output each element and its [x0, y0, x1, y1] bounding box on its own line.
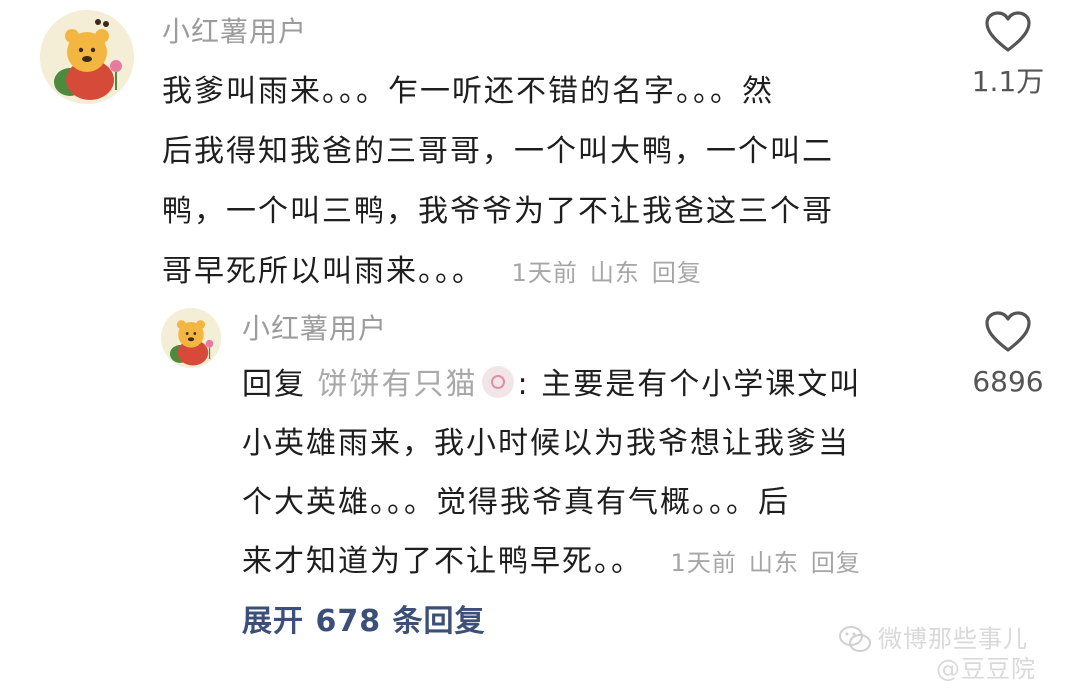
- heart-outline-icon: [985, 11, 1031, 52]
- comment-body: 我爹叫雨来。。。乍一听还不错的名字。。。然 后我得知我爸的三哥哥，一个叫大鸭，一…: [162, 62, 942, 303]
- comment-line-last: 来才知道为了不让鸭早死。。 1天前 山东 回复: [242, 532, 962, 593]
- expand-replies-link[interactable]: 展开 678 条回复: [242, 600, 486, 644]
- comment-line: 后我得知我爸的三哥哥，一个叫大鸭，一个叫二: [162, 134, 834, 169]
- reply-button[interactable]: 回复: [811, 549, 861, 577]
- reply-button[interactable]: 回复: [652, 259, 702, 287]
- like-count: 1.1万: [971, 65, 1045, 98]
- comment-username[interactable]: 小红薯用户: [242, 309, 387, 349]
- comment-location: 山东: [589, 259, 640, 287]
- heart-outline-icon: [985, 311, 1031, 352]
- comment-line: : 主要是有个小学课文叫: [517, 367, 862, 402]
- avatar[interactable]: [161, 308, 221, 368]
- comment-time: 1天前: [670, 549, 737, 577]
- watermark-text: 微博那些事儿: [878, 625, 1028, 653]
- comment-line: 来才知道为了不让鸭早死。。: [242, 544, 643, 579]
- comment-username[interactable]: 小红薯用户: [162, 12, 307, 52]
- comment-line: 鸭，一个叫三鸭，我爷爷为了不让我爸这三个哥: [162, 194, 834, 229]
- comment-location: 山东: [748, 549, 799, 577]
- comment-line-first: 回复 饼饼有只猫 : 主要是有个小学课文叫: [242, 355, 962, 414]
- pooh-bear-avatar-icon: [40, 10, 134, 104]
- pooh-bear-avatar-icon: [161, 308, 221, 368]
- user-badge-icon: [481, 366, 514, 398]
- wechat-icon: [838, 624, 872, 654]
- comment-line: 小英雄雨来，我小时候以为我爷想让我爹当: [242, 426, 850, 461]
- comment-line: 我爹叫雨来。。。乍一听还不错的名字。。。然: [162, 74, 774, 109]
- like-count: 6896: [972, 365, 1044, 398]
- like-button[interactable]: [984, 10, 1032, 54]
- comment-meta: 1天前 山东 回复: [512, 259, 714, 287]
- comment-body: 回复 饼饼有只猫 : 主要是有个小学课文叫 小英雄雨来，我小时候以为我爷想让我爹当…: [242, 355, 962, 593]
- mention-username[interactable]: 饼饼有只猫: [318, 367, 478, 402]
- like-button[interactable]: [984, 310, 1032, 354]
- avatar[interactable]: [40, 10, 134, 104]
- comment-line-last: 哥早死所以叫雨来。。。 1天前 山东 回复: [162, 242, 942, 303]
- comment-meta: 1天前 山东 回复: [671, 549, 873, 577]
- comment-time: 1天前: [511, 259, 578, 287]
- comment-line: 个大英雄。。。觉得我爷真有气概。。。后: [242, 485, 790, 520]
- reply-prefix: 回复: [242, 367, 306, 402]
- comment-line: 哥早死所以叫雨来。。。: [162, 254, 484, 289]
- watermark-handle: @豆豆院: [936, 655, 1036, 683]
